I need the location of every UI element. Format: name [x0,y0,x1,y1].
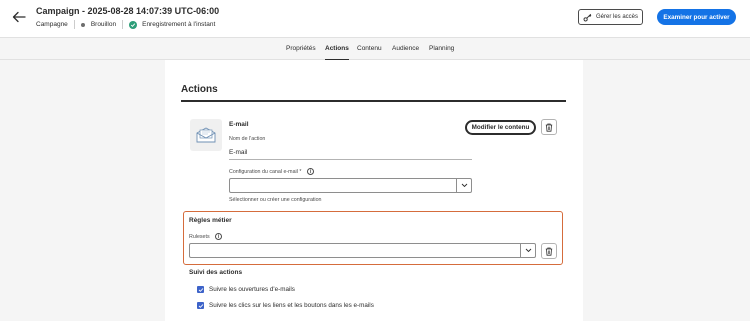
key-icon [583,13,592,21]
action-name-field[interactable]: E-mail [229,149,247,156]
manage-access-button[interactable]: Gérer les accès [578,9,643,25]
track-clicks-label: Suivre les clics sur les liens et les bo… [209,302,374,309]
info-icon[interactable]: i [215,233,223,240]
modify-content-button[interactable]: Modifier le contenu [465,120,536,135]
rulesets-label-row: Rulesets i [189,233,223,240]
save-status: Enregistrement à l'instant [142,21,216,28]
manage-access-label: Gérer les accès [595,14,638,20]
tracking-title: Suivi des actions [189,269,243,276]
checkmark-icon [198,303,203,308]
channel-config-help: Sélectionner ou créer une configuration [229,197,322,203]
delete-ruleset-button[interactable] [541,243,557,259]
action-name-label: Nom de l'action [229,136,266,142]
app-header: Campaign - 2025-08-28 14:07:39 UTC-06:00… [0,0,750,37]
delete-action-button[interactable] [541,119,557,135]
action-name-underline [229,159,472,160]
email-action-title: E-mail [229,121,249,128]
arrow-left-icon[interactable] [12,10,26,24]
channel-config-label-row: Configuration du canal e-mail * i [229,168,314,175]
divider [122,20,124,29]
checkmark-circle-icon [129,20,138,29]
campaign-type-label: Campagne [36,21,68,28]
track-clicks-checkbox[interactable] [197,302,204,309]
tab-audience[interactable]: Audience [392,45,419,52]
status-dot-icon [80,22,85,27]
track-opens-checkbox[interactable] [197,286,204,293]
tab-actions[interactable]: Actions [325,45,349,61]
tab-content[interactable]: Contenu [357,45,382,52]
track-opens-label: Suivre les ouvertures d'e-mails [209,286,295,293]
chevron-down-icon[interactable] [456,179,471,192]
chevron-down-icon[interactable] [520,244,535,257]
rulesets-label: Rulesets [189,233,210,240]
business-rules-title: Règles métier [189,217,232,224]
section-heading: Actions [181,84,218,95]
divider [73,20,75,29]
trash-icon [545,123,553,132]
channel-config-select[interactable] [229,178,472,193]
trash-icon [545,247,553,256]
channel-config-label: Configuration du canal e-mail [229,168,298,175]
info-icon[interactable]: i [306,168,314,175]
tab-bar: Propriétés Actions Contenu Audience Plan… [0,37,750,61]
rulesets-select[interactable] [189,243,536,258]
campaign-status-bar: Campagne Brouillon Enregistrement à l'in… [36,20,215,29]
page-title: Campaign - 2025-08-28 14:07:39 UTC-06:00 [36,6,220,16]
required-marker: * [299,168,302,175]
heading-rule [181,100,566,102]
tab-planning[interactable]: Planning [429,45,454,52]
tab-properties[interactable]: Propriétés [286,45,316,52]
checkmark-icon [198,287,203,292]
status-label: Brouillon [90,21,117,28]
review-to-activate-button[interactable]: Examiner pour activer [657,9,736,25]
envelope-icon [190,119,222,151]
